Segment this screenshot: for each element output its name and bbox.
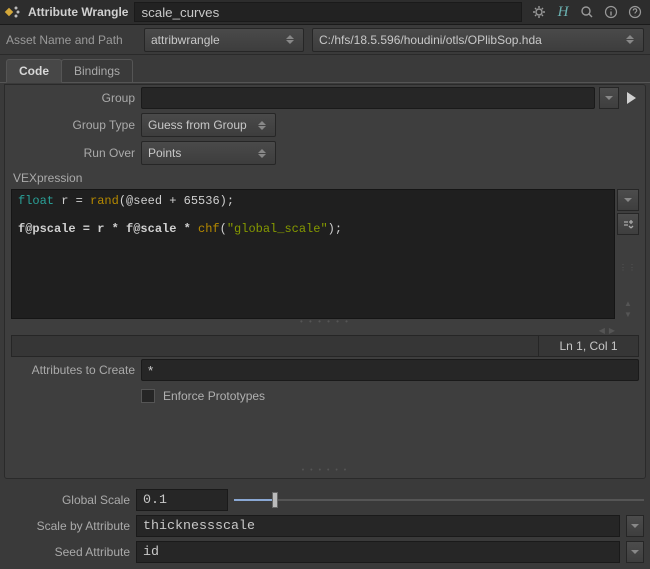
enforce-prototypes-checkbox[interactable] (141, 389, 155, 403)
asset-name-value: attribwrangle (151, 33, 283, 47)
status-message (11, 335, 539, 357)
code-expand-button[interactable] (617, 189, 639, 211)
group-label: Group (11, 91, 135, 105)
runover-value: Points (148, 146, 255, 160)
node-type-label: Attribute Wrangle (28, 5, 128, 19)
scale-attr-label: Scale by Attribute (6, 519, 130, 533)
combo-arrows-icon (283, 29, 297, 51)
code-side-grip[interactable]: ⋮⋮ (617, 263, 639, 272)
nav-right-icon[interactable]: ▶ (609, 326, 615, 335)
cursor-position: Ln 1, Col 1 (539, 335, 639, 357)
search-icon[interactable] (576, 2, 598, 22)
enforce-prototypes-label: Enforce Prototypes (163, 389, 265, 403)
group-input[interactable] (141, 87, 595, 109)
houdini-h-icon[interactable]: H (552, 2, 574, 22)
combo-arrows-icon (255, 114, 269, 136)
global-scale-input[interactable] (136, 489, 228, 511)
asset-path-value: C:/hfs/18.5.596/houdini/otls/OPlibSop.hd… (319, 33, 623, 47)
grouptype-label: Group Type (11, 118, 135, 132)
seed-attr-label: Seed Attribute (6, 545, 130, 559)
vexpression-label: VEXpression (5, 167, 645, 189)
scroll-up-icon[interactable]: ▲ (624, 299, 632, 308)
tab-code[interactable]: Code (6, 59, 62, 83)
combo-arrows-icon (623, 29, 637, 51)
asset-path-combo[interactable]: C:/hfs/18.5.596/houdini/otls/OPlibSop.hd… (312, 28, 644, 52)
vex-code-editor[interactable]: float r = rand(@seed + 65536); f@pscale … (11, 189, 615, 319)
gear-sparkle-icon[interactable] (528, 2, 550, 22)
runover-combo[interactable]: Points (141, 141, 276, 165)
node-type-icon (4, 3, 22, 21)
scale-attr-input[interactable] (136, 515, 620, 537)
group-dropdown-button[interactable] (599, 87, 619, 109)
global-scale-label: Global Scale (6, 493, 130, 507)
node-name-input[interactable] (134, 2, 522, 22)
scale-attr-menu-button[interactable] (626, 515, 644, 537)
asset-name-path-label: Asset Name and Path (6, 33, 136, 47)
grouptype-value: Guess from Group (148, 118, 255, 132)
grouptype-combo[interactable]: Guess from Group (141, 113, 276, 137)
nav-left-icon[interactable]: ◀ (599, 326, 605, 335)
scroll-down-icon[interactable]: ▼ (624, 310, 632, 319)
global-scale-slider[interactable] (234, 489, 644, 511)
help-icon[interactable] (624, 2, 646, 22)
asset-name-combo[interactable]: attribwrangle (144, 28, 304, 52)
attrs-create-input[interactable] (141, 359, 639, 381)
runover-label: Run Over (11, 146, 135, 160)
tab-bindings[interactable]: Bindings (61, 59, 133, 82)
group-select-arrow-button[interactable] (623, 87, 639, 109)
combo-arrows-icon (255, 142, 269, 164)
panel-resize-grip[interactable]: • • • • • • (5, 467, 645, 474)
seed-attr-input[interactable] (136, 541, 620, 563)
attrs-create-label: Attributes to Create (11, 363, 135, 377)
code-create-params-button[interactable] (617, 213, 639, 235)
info-icon[interactable] (600, 2, 622, 22)
seed-attr-menu-button[interactable] (626, 541, 644, 563)
